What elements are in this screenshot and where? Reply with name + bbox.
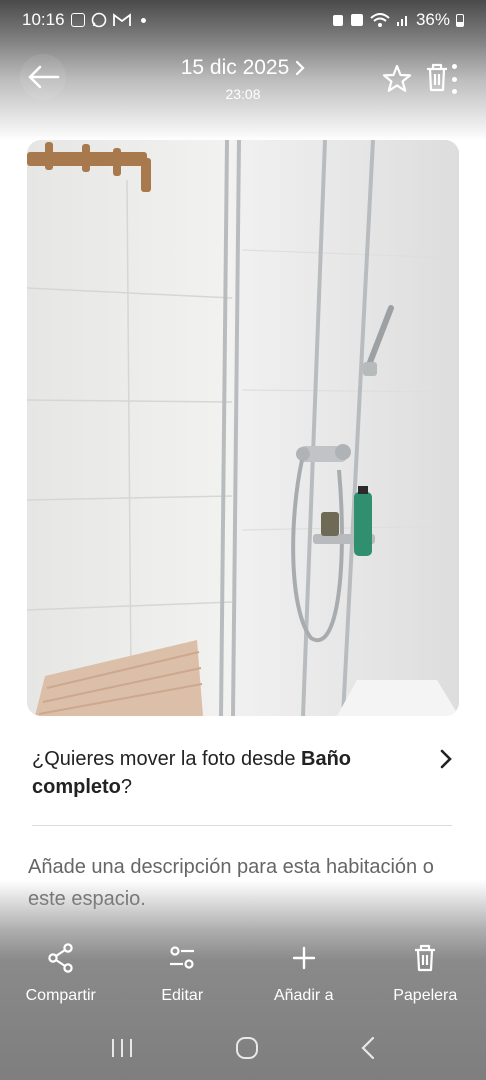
action-bar: Compartir Editar Añadir a Papelera [0, 940, 486, 1010]
status-bar: 10:16 36% [0, 0, 486, 40]
trash-icon[interactable] [424, 60, 450, 94]
photo-header: 15 dic 2025 23:08 [0, 44, 486, 114]
battery-icon [456, 13, 464, 27]
wifi-icon [370, 13, 390, 27]
whatsapp-icon [91, 12, 106, 28]
nfc-icon [350, 14, 363, 26]
recent-apps-icon[interactable] [110, 1037, 134, 1059]
share-label: Compartir [25, 987, 96, 1004]
signal-icon [396, 16, 407, 26]
plus-icon [292, 946, 315, 970]
trash-icon [415, 944, 436, 972]
edit-label: Editar [161, 987, 204, 1004]
back-nav-icon[interactable] [360, 1036, 376, 1060]
gmail-icon [112, 13, 131, 26]
room-photo[interactable] [27, 140, 459, 716]
more-notifications-dot [140, 17, 146, 23]
system-nav-bar [0, 1026, 486, 1070]
share-icon [48, 943, 73, 973]
shower-photo-image [27, 140, 459, 716]
move-photo-prompt[interactable]: ¿Quieres mover la foto desde Baño comple… [32, 745, 456, 801]
star-icon[interactable] [380, 62, 414, 96]
chevron-right-icon [440, 749, 452, 769]
battery-percent: 36% [415, 10, 450, 29]
more-vert-icon[interactable] [448, 64, 460, 94]
edit-sliders-icon [170, 946, 195, 969]
share-button[interactable]: Compartir [0, 940, 122, 1010]
trash-label: Papelera [393, 987, 458, 1004]
status-time: 10:16 [22, 10, 65, 29]
add-to-button[interactable]: Añadir a [243, 940, 365, 1010]
gallery-notification-icon [70, 13, 85, 27]
divider [32, 825, 452, 826]
move-photo-text: ¿Quieres mover la foto desde Baño comple… [32, 748, 352, 798]
add-to-label: Añadir a [273, 987, 334, 1004]
edit-button[interactable]: Editar [122, 940, 244, 1010]
photo-date: 15 dic 2025 [180, 56, 290, 79]
trash-button[interactable]: Papelera [365, 940, 486, 1010]
chevron-right-icon [296, 60, 305, 76]
alarm-icon [332, 15, 343, 26]
home-icon[interactable] [235, 1036, 259, 1060]
